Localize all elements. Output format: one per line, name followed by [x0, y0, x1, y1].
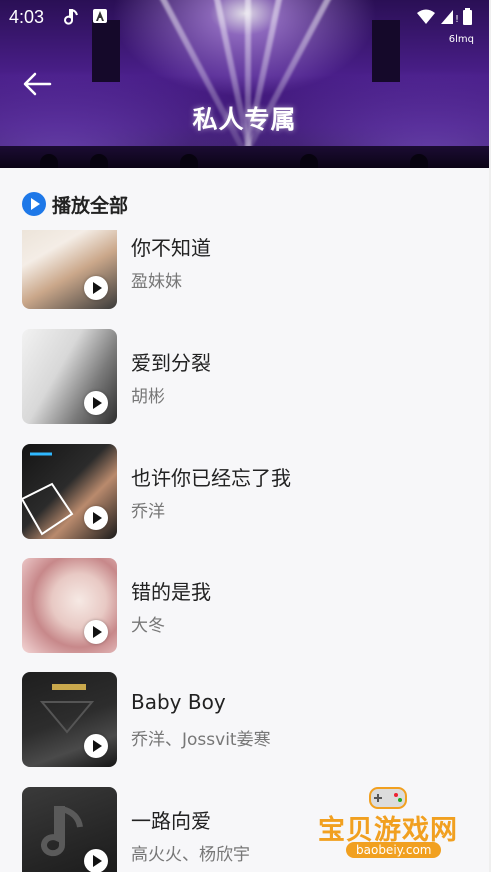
- svg-text:!: !: [455, 14, 459, 25]
- song-row[interactable]: Baby Boy 乔洋、Jossvit姜寒: [0, 672, 489, 768]
- site-watermark: 宝贝游戏网 baobeiy.com: [314, 778, 464, 868]
- header-banner: 4:03 ! 6lmq 私人专属: [0, 0, 489, 168]
- song-artist: 大冬: [131, 616, 165, 636]
- song-title: 一路向爱: [131, 809, 211, 833]
- album-cover: [22, 444, 117, 539]
- song-artist: 乔洋: [131, 502, 165, 522]
- song-title: 也许你已经忘了我: [131, 466, 291, 490]
- play-icon[interactable]: [84, 506, 108, 530]
- page-title: 私人专属: [192, 105, 297, 134]
- song-artist: 高火火、杨欣宇: [131, 845, 250, 865]
- signal-icon: [441, 10, 453, 24]
- song-title: 错的是我: [131, 580, 211, 604]
- system-icons: !: [415, 7, 479, 31]
- carrier-label: 6lmq: [448, 34, 474, 45]
- album-cover: [22, 329, 117, 424]
- song-artist: 乔洋、Jossvit姜寒: [131, 730, 271, 750]
- play-icon[interactable]: [84, 391, 108, 415]
- play-icon[interactable]: [84, 734, 108, 758]
- a-letter-icon: [92, 8, 108, 28]
- song-row[interactable]: 也许你已经忘了我 乔洋: [0, 444, 489, 540]
- music-note-icon: [60, 8, 80, 32]
- album-cover: [22, 672, 117, 767]
- song-title: Baby Boy: [131, 690, 226, 714]
- crowd-silhouette: [180, 154, 198, 168]
- play-icon[interactable]: [84, 276, 108, 300]
- arrow-left-icon: [23, 72, 52, 96]
- wifi-icon: [417, 9, 435, 24]
- play-icon[interactable]: [84, 620, 108, 644]
- song-row[interactable]: 你不知道 盈妹妹: [0, 230, 489, 310]
- song-artist: 胡彬: [131, 387, 165, 407]
- song-title: 你不知道: [131, 236, 211, 260]
- album-cover: [22, 558, 117, 653]
- watermark-url: baobeiy.com: [346, 842, 442, 858]
- song-list: 你不知道 盈妹妹 爱到分裂 胡彬 也许你已经忘了我 乔洋 错的是我 大冬 Bab…: [0, 230, 489, 872]
- crowd-silhouette: [410, 154, 428, 168]
- app-screen: 4:03 ! 6lmq 私人专属 播放全部 你不知道 盈妹妹 爱到分裂 胡彬 也…: [0, 0, 489, 872]
- battery-icon: [463, 10, 472, 25]
- crowd-silhouette: [300, 154, 318, 168]
- status-bar: 4:03 ! 6lmq: [0, 0, 489, 45]
- status-time: 4:03: [9, 7, 45, 27]
- song-row[interactable]: 爱到分裂 胡彬: [0, 329, 489, 425]
- song-artist: 盈妹妹: [131, 272, 182, 292]
- song-title: 爱到分裂: [131, 351, 211, 375]
- crowd-silhouette: [90, 154, 108, 168]
- song-row[interactable]: 错的是我 大冬: [0, 558, 489, 654]
- play-all-button[interactable]: 播放全部: [22, 189, 128, 219]
- play-all-label: 播放全部: [52, 194, 129, 217]
- play-circle-icon: [22, 192, 46, 216]
- album-cover: [22, 787, 117, 872]
- album-cover: [22, 230, 117, 309]
- play-icon[interactable]: [84, 849, 108, 872]
- back-button[interactable]: [20, 66, 56, 102]
- crowd-silhouette: [40, 154, 58, 168]
